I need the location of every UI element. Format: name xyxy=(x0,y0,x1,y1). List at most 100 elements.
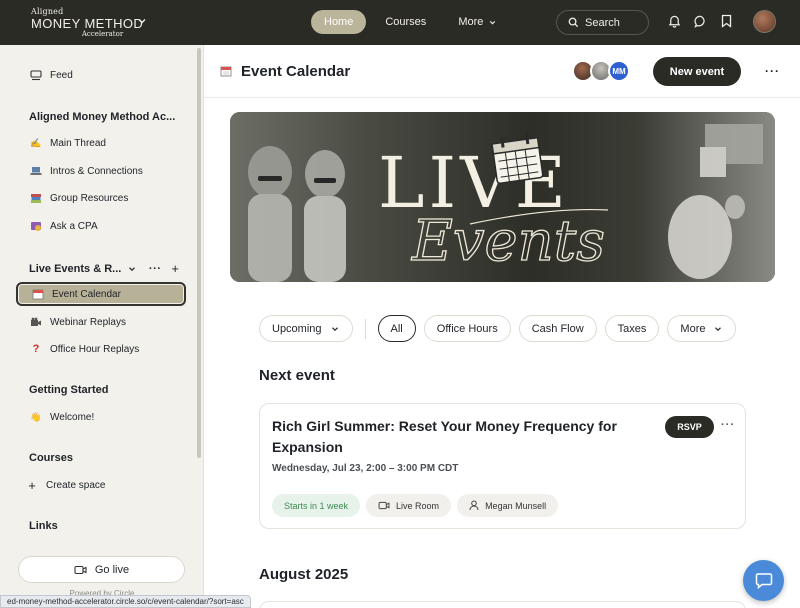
create-space-button[interactable]: + Create space xyxy=(16,473,186,497)
event-card[interactable] xyxy=(259,601,746,608)
sidebar-item-webinar-replays[interactable]: Webinar Replays xyxy=(16,310,186,334)
location-label: Live Room xyxy=(396,500,440,511)
sidebar: Feed Aligned Money Method Ac... ✍ Main T… xyxy=(0,45,204,608)
sidebar-item-label: Webinar Replays xyxy=(50,316,126,328)
next-event-heading: Next event xyxy=(259,367,335,384)
create-space-label: Create space xyxy=(46,479,106,491)
more-options-icon[interactable]: ··· xyxy=(721,419,735,431)
new-event-button[interactable]: New event xyxy=(653,57,741,86)
top-bar: Aligned MONEY METHOD Accelerator Home Co… xyxy=(0,0,800,45)
event-date: Wednesday, Jul 23, 2:00 – 3:00 PM CDT xyxy=(272,463,459,474)
chevron-down-icon[interactable] xyxy=(127,264,137,274)
sidebar-item-ask-cpa[interactable]: Ask a CPA xyxy=(16,214,186,238)
host-chip[interactable]: Megan Munsell xyxy=(457,494,559,517)
user-avatar[interactable] xyxy=(753,10,776,33)
filter-cash-flow[interactable]: Cash Flow xyxy=(518,315,597,342)
sidebar-group-title[interactable]: Aligned Money Method Ac... xyxy=(29,111,175,123)
filter-taxes[interactable]: Taxes xyxy=(604,315,660,342)
filter-label: Taxes xyxy=(617,322,647,335)
chevron-down-icon xyxy=(715,326,722,331)
event-filters: Upcoming All Office Hours Cash Flow Taxe… xyxy=(259,315,744,342)
sidebar-group-title: Live Events & R... xyxy=(29,262,122,275)
member-avatars[interactable]: MM xyxy=(572,60,630,82)
status-url-bar: ed-money-method-accelerator.circle.so/c/… xyxy=(0,595,251,608)
host-label: Megan Munsell xyxy=(485,500,547,511)
avatar: MM xyxy=(608,60,630,82)
brand-line-1: Aligned xyxy=(31,7,64,16)
sidebar-item-label: Ask a CPA xyxy=(50,220,98,232)
event-title[interactable]: Rich Girl Summer: Reset Your Money Frequ… xyxy=(272,416,652,458)
nav-courses-label: Courses xyxy=(385,16,427,28)
month-heading: August 2025 xyxy=(259,566,349,583)
sidebar-item-label: Welcome! xyxy=(50,411,95,423)
sidebar-item-event-calendar[interactable]: Event Calendar xyxy=(16,282,186,306)
sidebar-item-intros[interactable]: Intros & Connections xyxy=(16,159,186,183)
sidebar-item-office-hour-replays[interactable]: ? Office Hour Replays xyxy=(16,337,186,361)
search-label: Search xyxy=(585,16,620,29)
more-options-icon[interactable]: ··· xyxy=(149,263,162,275)
chevron-down-icon[interactable] xyxy=(136,15,148,27)
page-header: Event Calendar MM New event ··· xyxy=(204,45,800,98)
filter-more[interactable]: More xyxy=(667,315,737,342)
sidebar-item-resources[interactable]: Group Resources xyxy=(16,186,186,210)
search-icon xyxy=(568,17,579,28)
video-camera-icon xyxy=(30,316,42,328)
nav-more-label: More xyxy=(458,16,484,28)
starts-in-badge: Starts in 1 week xyxy=(272,494,361,517)
filter-divider xyxy=(364,318,366,339)
filter-office-hours[interactable]: Office Hours xyxy=(423,315,511,342)
page-title: Event Calendar xyxy=(241,63,351,80)
sidebar-item-label: Main Thread xyxy=(50,137,106,149)
sidebar-item-welcome[interactable]: 👋 Welcome! xyxy=(16,405,186,429)
sidebar-item-label: Office Hour Replays xyxy=(50,343,140,355)
writing-hand-icon: ✍ xyxy=(30,137,42,148)
sidebar-links-title[interactable]: Links xyxy=(29,520,58,532)
go-live-label: Go live xyxy=(94,563,130,576)
filter-label: More xyxy=(680,322,706,335)
chat-bubble-icon[interactable] xyxy=(693,13,707,29)
nav-home[interactable]: Home xyxy=(311,10,367,34)
brand-logo[interactable]: Aligned MONEY METHOD Accelerator xyxy=(31,8,143,38)
upcoming-label: Upcoming xyxy=(272,322,322,335)
event-card[interactable]: Rich Girl Summer: Reset Your Money Frequ… xyxy=(259,403,746,529)
sidebar-scrollbar[interactable] xyxy=(197,48,201,458)
calendar-icon xyxy=(32,288,44,300)
chat-support-button[interactable] xyxy=(743,560,784,601)
rsvp-button[interactable]: RSVP xyxy=(665,416,714,438)
top-icons xyxy=(667,13,733,29)
search-button[interactable]: Search xyxy=(556,10,649,35)
brand-line-3: Accelerator xyxy=(81,30,124,38)
filter-label: Office Hours xyxy=(436,322,498,335)
sidebar-item-feed[interactable]: Feed xyxy=(16,63,186,87)
sidebar-courses-title[interactable]: Courses xyxy=(29,452,73,464)
sidebar-group-title[interactable]: Getting Started xyxy=(29,384,108,396)
go-live-button[interactable]: Go live xyxy=(18,556,185,583)
live-events-banner: LIVE Events xyxy=(230,112,775,282)
filter-label: All xyxy=(390,322,403,335)
filter-all[interactable]: All xyxy=(377,315,416,342)
money-bag-icon xyxy=(30,220,42,232)
laptop-icon xyxy=(30,165,42,177)
main-nav: Home Courses More xyxy=(311,10,510,34)
starts-in-label: Starts in 1 week xyxy=(284,500,349,511)
more-options-icon[interactable]: ··· xyxy=(765,64,780,78)
feed-icon xyxy=(30,69,42,81)
event-meta: Starts in 1 week Live Room Megan Munsell xyxy=(272,494,559,517)
chevron-down-icon xyxy=(331,326,338,331)
sidebar-item-label: Group Resources xyxy=(50,192,129,204)
chat-bubble-icon xyxy=(755,573,772,589)
sidebar-item-main-thread[interactable]: ✍ Main Thread xyxy=(16,131,186,155)
nav-home-label: Home xyxy=(324,16,354,28)
location-chip[interactable]: Live Room xyxy=(366,494,452,517)
bookmark-icon[interactable] xyxy=(719,13,733,29)
bell-icon[interactable] xyxy=(667,13,681,29)
sidebar-item-label: Event Calendar xyxy=(52,288,121,300)
upcoming-dropdown[interactable]: Upcoming xyxy=(259,315,353,342)
question-mark-icon: ? xyxy=(32,343,40,355)
nav-courses[interactable]: Courses xyxy=(372,10,439,34)
waving-hand-icon: 👋 xyxy=(30,411,42,422)
brand-line-2: MONEY METHOD xyxy=(31,16,144,31)
sidebar-group-header[interactable]: Live Events & R... ··· + xyxy=(29,261,179,276)
nav-more[interactable]: More xyxy=(445,10,510,34)
add-icon[interactable]: + xyxy=(171,261,179,276)
